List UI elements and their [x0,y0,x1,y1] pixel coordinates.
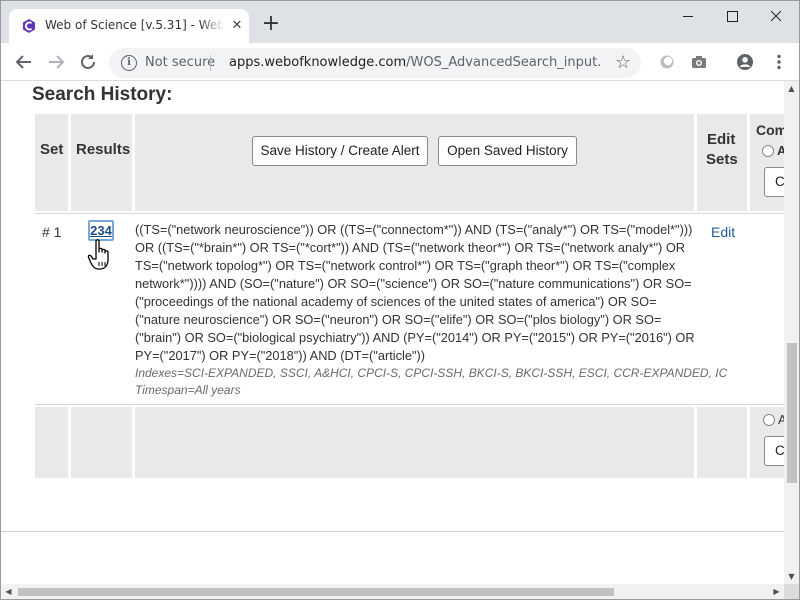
maximize-icon[interactable] [709,1,755,33]
combine-button[interactable]: C [764,167,784,197]
wos-favicon [23,19,35,33]
row-divider-bottom [35,404,784,405]
scroll-down-icon[interactable]: ▼ [784,569,799,584]
header-combine: Com [756,122,784,138]
header-results-cell: Results [71,114,132,211]
back-arrow-icon[interactable] [13,51,35,73]
star-icon[interactable]: ☆ [615,52,631,73]
security-label[interactable]: Not secure [145,55,215,70]
history-query: ((TS=("network neuroscience")) OR ((TS=(… [135,222,695,363]
history-timespan: Timespan=All years [135,383,241,397]
vertical-scroll-thumb[interactable] [787,343,797,483]
save-history-button[interactable]: Save History / Create Alert [252,136,428,166]
url-host: apps.webofknowledge.com [229,55,407,70]
history-indexes: Indexes=SCI-EXPANDED, SSCI, A&HCI, CPCI-… [135,366,728,380]
combine-and-label: A [777,143,784,158]
header-set: Set [40,141,64,158]
omnibox-separator [210,55,211,71]
combine-button-bottom[interactable]: C [764,436,784,466]
info-icon[interactable]: i [121,55,137,71]
tab-close-icon[interactable]: ✕ [229,18,245,34]
header-edit-sets-line2: Sets [706,151,738,168]
page-viewport: Search History: Set Results Save History… [1,81,784,584]
history-set-number: # 1 [42,224,62,240]
combine-and-radio-bottom[interactable] [763,414,775,426]
window-close-icon[interactable] [753,1,799,33]
new-tab-button[interactable]: + [259,13,283,37]
reload-icon[interactable] [77,51,99,73]
page-divider [1,531,784,532]
scroll-up-icon[interactable]: ▲ [784,81,799,96]
browser-window: Web of Science [v.5.31] - Web of ✕ + i N… [0,0,800,600]
browser-toolbar: i Not secure apps.webofknowledge.com/WOS… [1,43,799,81]
search-history-title: Search History: [32,84,173,105]
footer-results-cell [71,407,132,478]
url-path: /WOS_AdvancedSearch_input.d... [406,55,601,70]
camera-icon[interactable] [689,52,709,72]
extension-icon[interactable] [657,52,677,72]
minimize-icon[interactable] [665,1,711,33]
header-set-cell: Set [35,114,68,211]
open-saved-history-button[interactable]: Open Saved History [438,136,577,166]
address-bar[interactable]: i Not secure apps.webofknowledge.com/WOS… [109,48,641,78]
forward-arrow-icon[interactable] [45,51,67,73]
scroll-left-icon[interactable]: ◀ [1,584,16,599]
horizontal-scrollbar[interactable]: ◀ ▶ [1,584,784,599]
header-edit-sets-cell: Edit Sets [697,114,747,211]
scrollbar-corner [784,584,799,599]
url-text[interactable]: apps.webofknowledge.com/WOS_AdvancedSear… [229,55,601,70]
tab-title: Web of Science [v.5.31] - Web of [45,18,225,32]
tab-strip: Web of Science [v.5.31] - Web of ✕ + [1,1,799,43]
footer-actions-cell [135,407,694,478]
hand-cursor-icon [87,239,109,270]
account-icon[interactable] [735,52,755,72]
header-combine-cell: Com A C [750,114,784,211]
menu-dots-icon[interactable] [769,52,789,72]
header-actions-cell: Save History / Create Alert Open Saved H… [135,114,694,211]
header-results: Results [76,141,131,158]
header-edit-sets-line1: Edit [707,131,736,148]
footer-set-cell [35,407,68,478]
combine-and-radio[interactable] [762,145,774,157]
vertical-scrollbar[interactable]: ▲ ▼ [784,81,799,584]
scroll-right-icon[interactable]: ▶ [769,584,784,599]
footer-combine-cell: A C [750,407,784,478]
browser-tab[interactable]: Web of Science [v.5.31] - Web of ✕ [9,9,249,43]
tab-title-fade [199,15,225,35]
footer-edit-sets-cell [697,407,747,478]
history-edit-link[interactable]: Edit [711,224,735,240]
horizontal-scroll-thumb[interactable] [18,588,614,596]
